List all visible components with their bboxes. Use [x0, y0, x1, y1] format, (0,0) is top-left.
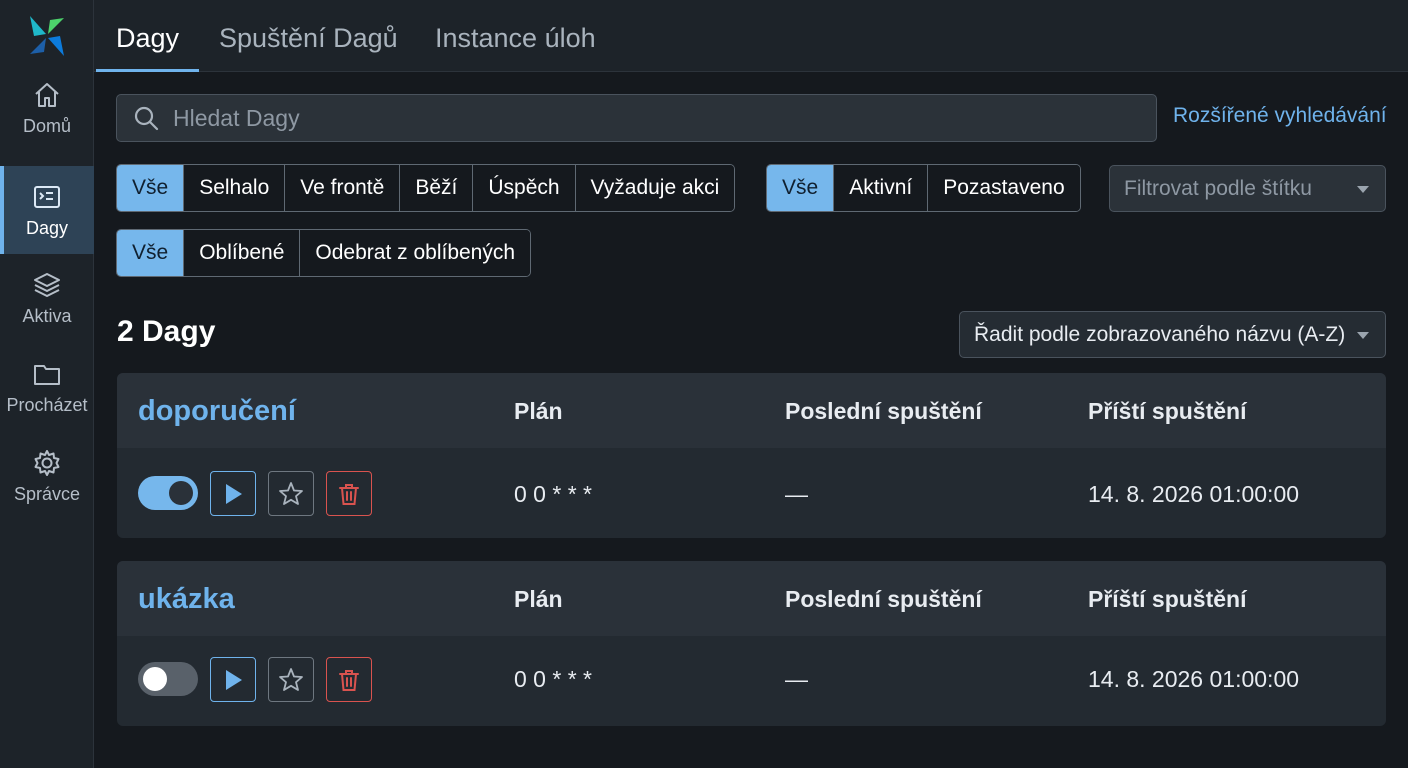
nav-item-dags[interactable]: Dagy — [0, 166, 94, 254]
tag-filter-placeholder: Filtrovat podle štítku — [1124, 176, 1312, 200]
state-filter-failed[interactable]: Selhalo — [183, 165, 285, 211]
star-icon — [279, 481, 303, 505]
favorite-button[interactable] — [268, 471, 314, 516]
favorite-filter-group: Vše Oblíbené Odebrat z oblíbených — [116, 229, 532, 277]
last-run-header: Poslední spuštění — [785, 586, 982, 612]
chevron-down-icon — [1357, 331, 1369, 339]
layers-icon — [34, 272, 60, 297]
dag-active-toggle[interactable] — [138, 476, 198, 510]
toggle-knob — [143, 667, 167, 691]
schedule-value: 0 0 * * * — [514, 666, 592, 692]
sort-select[interactable]: Řadit podle zobrazovaného názvu (A-Z) — [959, 311, 1386, 358]
last-run-value: — — [785, 666, 808, 692]
nav-item-browse[interactable]: Procházet — [0, 343, 94, 431]
trash-icon — [339, 483, 359, 505]
chevron-down-icon — [1357, 185, 1369, 193]
active-filter-active[interactable]: Aktivní — [833, 165, 928, 211]
tab-dag-runs[interactable]: Spuštění Dagů — [219, 0, 398, 72]
state-filter-running[interactable]: Běží — [399, 165, 473, 211]
state-filter-needs-action[interactable]: Vyžaduje akci — [574, 165, 735, 211]
delete-dag-button[interactable] — [326, 657, 372, 702]
dag-card: doporučení Plán Poslední spuštění Příští… — [117, 373, 1386, 538]
gear-icon — [34, 449, 60, 476]
state-filter-success[interactable]: Úspěch — [472, 165, 575, 211]
search-icon — [134, 106, 159, 131]
favorite-button[interactable] — [268, 657, 314, 702]
next-run-value: 14. 8. 2026 01:00:00 — [1088, 481, 1300, 507]
trigger-dag-button[interactable] — [210, 657, 256, 702]
nav-item-assets[interactable]: Aktiva — [0, 254, 94, 342]
last-run-value: — — [785, 481, 808, 507]
star-icon — [279, 667, 303, 691]
state-filter-group: Vše Selhalo Ve frontě Běží Úspěch Vyžadu… — [116, 164, 736, 212]
next-run-header: Příští spuštění — [1088, 398, 1247, 424]
dag-icon — [34, 185, 60, 208]
nav-item-home[interactable]: Domů — [0, 64, 94, 152]
next-run-header: Příští spuštění — [1088, 586, 1247, 612]
favorite-filter-favorites[interactable]: Oblíbené — [183, 230, 300, 276]
last-run-header: Poslední spuštění — [785, 398, 982, 424]
nav-label-home: Domů — [22, 115, 71, 136]
advanced-search-link[interactable]: Rozšířené vyhledávání — [1173, 104, 1387, 128]
dag-name-link[interactable]: doporučení — [138, 395, 296, 428]
dag-active-toggle[interactable] — [138, 662, 198, 696]
state-filter-all[interactable]: Vše — [117, 165, 184, 211]
tag-filter-select[interactable]: Filtrovat podle štítku — [1109, 165, 1386, 212]
schedule-header: Plán — [514, 398, 563, 424]
tab-task-instances[interactable]: Instance úloh — [435, 0, 596, 72]
dag-card: ukázka Plán Poslední spuštění Příští spu… — [117, 561, 1386, 726]
sidebar: Domů Dagy Aktiva Procházet Správce — [0, 0, 94, 768]
active-filter-all[interactable]: Vše — [767, 165, 834, 211]
airflow-logo[interactable] — [26, 14, 68, 58]
nav-label-assets: Aktiva — [22, 305, 72, 326]
home-icon — [35, 82, 59, 107]
favorite-filter-unfavorited[interactable]: Odebrat z oblíbených — [299, 230, 531, 276]
dag-count-title: 2 Dagy — [117, 315, 216, 348]
schedule-value: 0 0 * * * — [514, 481, 592, 507]
active-filter-paused[interactable]: Pozastaveno — [927, 165, 1080, 211]
sort-label: Řadit podle zobrazovaného názvu (A-Z) — [974, 322, 1346, 346]
play-icon — [226, 483, 242, 504]
nav-label-admin: Správce — [13, 483, 81, 504]
folder-icon — [34, 364, 60, 385]
schedule-header: Plán — [514, 586, 563, 612]
top-tab-bar: Dagy Spuštění Dagů Instance úloh — [94, 0, 1408, 72]
tab-dags[interactable]: Dagy — [95, 0, 200, 72]
delete-dag-button[interactable] — [326, 471, 372, 516]
dag-name-link[interactable]: ukázka — [138, 583, 235, 616]
nav-label-dags: Dagy — [25, 217, 69, 238]
trigger-dag-button[interactable] — [210, 471, 256, 516]
nav-label-browse: Procházet — [6, 394, 88, 415]
search-box — [116, 94, 1157, 142]
search-input[interactable] — [173, 104, 1073, 132]
active-filter-group: Vše Aktivní Pozastaveno — [766, 164, 1081, 212]
toggle-knob — [169, 481, 193, 505]
play-icon — [226, 669, 242, 690]
next-run-value: 14. 8. 2026 01:00:00 — [1088, 666, 1300, 692]
favorite-filter-all[interactable]: Vše — [117, 230, 184, 276]
state-filter-queued[interactable]: Ve frontě — [284, 165, 400, 211]
nav-item-admin[interactable]: Správce — [0, 432, 94, 520]
trash-icon — [339, 669, 359, 691]
